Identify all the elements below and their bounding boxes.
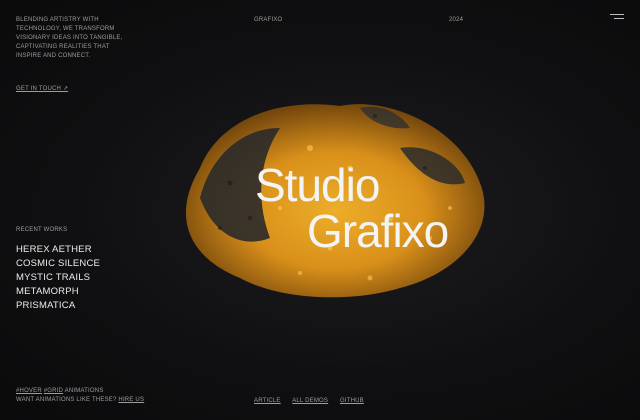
- all-demos-link[interactable]: ALL DEMOS: [292, 398, 328, 404]
- recent-works-list: HEREX AETHER COSMIC SILENCE MYSTIC TRAIL…: [16, 243, 100, 313]
- github-link[interactable]: GITHUB: [340, 398, 364, 404]
- brand-name: GRAFIXO: [254, 17, 283, 23]
- footer-links: ARTICLE ALL DEMOS GITHUB: [254, 397, 374, 406]
- footer-tags: #HOVER #GRID ANIMATIONS WANT ANIMATIONS …: [16, 387, 144, 405]
- hire-prompt: WANT ANIMATIONS LIKE THESE?: [16, 397, 119, 403]
- work-item[interactable]: HEREX AETHER: [16, 243, 100, 257]
- work-item[interactable]: COSMIC SILENCE: [16, 257, 100, 271]
- get-in-touch-link[interactable]: GET IN TOUCH ↗: [16, 85, 68, 94]
- hire-us-link[interactable]: HIRE US: [118, 397, 144, 403]
- tags-suffix: ANIMATIONS: [63, 388, 104, 394]
- article-link[interactable]: ARTICLE: [254, 398, 281, 404]
- hero-title-line2: Grafixo: [307, 205, 449, 257]
- menu-icon[interactable]: [610, 14, 624, 22]
- work-item[interactable]: MYSTIC TRAILS: [16, 271, 100, 285]
- year-label: 2024: [449, 17, 464, 23]
- recent-works-label: RECENT WORKS: [16, 227, 68, 233]
- hero-title-line1: Studio: [255, 159, 380, 211]
- work-item[interactable]: METAMORPH: [16, 285, 100, 299]
- intro-text: BLENDING ARTISTRY WITH TECHNOLOGY, WE TR…: [16, 17, 123, 59]
- work-item[interactable]: PRISMATICA: [16, 299, 100, 313]
- grid-tag-link[interactable]: #GRID: [44, 388, 63, 394]
- hover-tag-link[interactable]: #HOVER: [16, 388, 42, 394]
